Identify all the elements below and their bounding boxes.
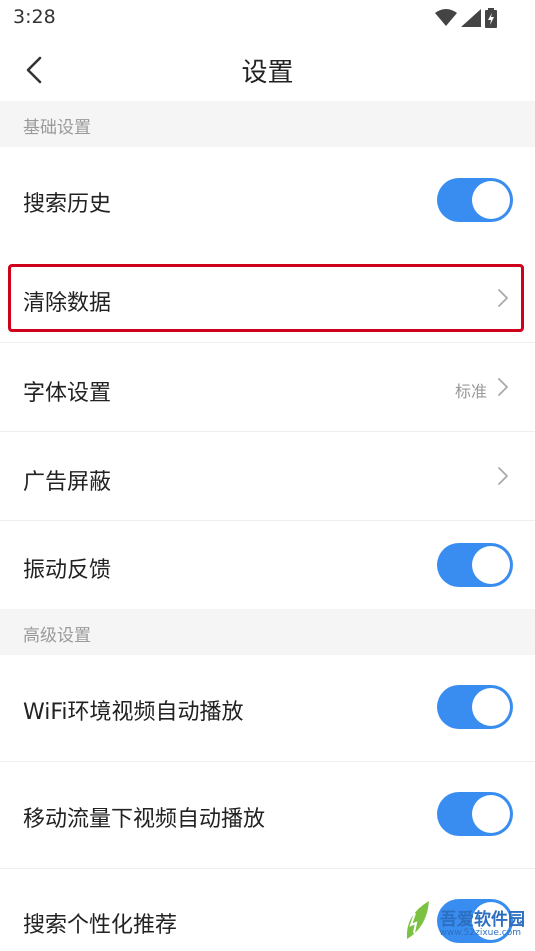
highlight-box — [8, 264, 524, 332]
chevron-right-icon — [498, 467, 508, 485]
page-title: 设置 — [241, 58, 294, 88]
watermark: 吾爱软件园 www.52zixue.com — [403, 895, 531, 945]
signal-icon — [461, 9, 481, 27]
chevron-right-icon — [498, 378, 508, 396]
row-label: 搜索个性化推荐 — [23, 913, 178, 938]
battery-icon — [485, 8, 497, 28]
setting-row-vibration: 振动反馈 — [0, 521, 535, 609]
setting-row-search-history: 搜索历史 — [0, 147, 535, 253]
status-icons — [435, 8, 497, 28]
row-label: WiFi环境视频自动播放 — [23, 700, 244, 725]
row-label: 移动流量下视频自动播放 — [23, 807, 266, 832]
toggle-knob — [472, 181, 510, 219]
wifi-icon — [435, 9, 457, 26]
toggle-knob — [472, 795, 510, 833]
title-bar: 设置 — [0, 38, 535, 101]
wifi-autoplay-toggle[interactable] — [437, 685, 513, 729]
mobile-autoplay-toggle[interactable] — [437, 792, 513, 836]
font-setting-value: 标准 — [454, 382, 487, 401]
leaf-logo-icon — [406, 901, 429, 939]
section-header-basic: 基础设置 — [0, 101, 535, 147]
watermark-url: www.52zixue.com — [439, 928, 521, 938]
vibration-toggle[interactable] — [437, 543, 513, 587]
row-label: 广告屏蔽 — [23, 470, 112, 495]
setting-row-wifi-autoplay: WiFi环境视频自动播放 — [0, 655, 535, 762]
row-label: 字体设置 — [23, 381, 112, 406]
status-bar: 3:28 — [0, 0, 535, 38]
row-label: 振动反馈 — [23, 558, 112, 583]
row-label: 搜索历史 — [23, 192, 112, 217]
status-time: 3:28 — [13, 6, 56, 28]
watermark-text: 吾爱软件园 — [440, 910, 525, 930]
section-title: 基础设置 — [23, 118, 91, 138]
toggle-knob — [472, 688, 510, 726]
section-header-advanced: 高级设置 — [0, 609, 535, 655]
setting-row-mobile-autoplay: 移动流量下视频自动播放 — [0, 762, 535, 869]
setting-row-ad-block[interactable]: 广告屏蔽 — [0, 432, 535, 521]
section-title: 高级设置 — [23, 626, 91, 646]
toggle-knob — [472, 546, 510, 584]
setting-row-font-settings[interactable]: 字体设置 标准 — [0, 343, 535, 432]
search-history-toggle[interactable] — [437, 178, 513, 222]
